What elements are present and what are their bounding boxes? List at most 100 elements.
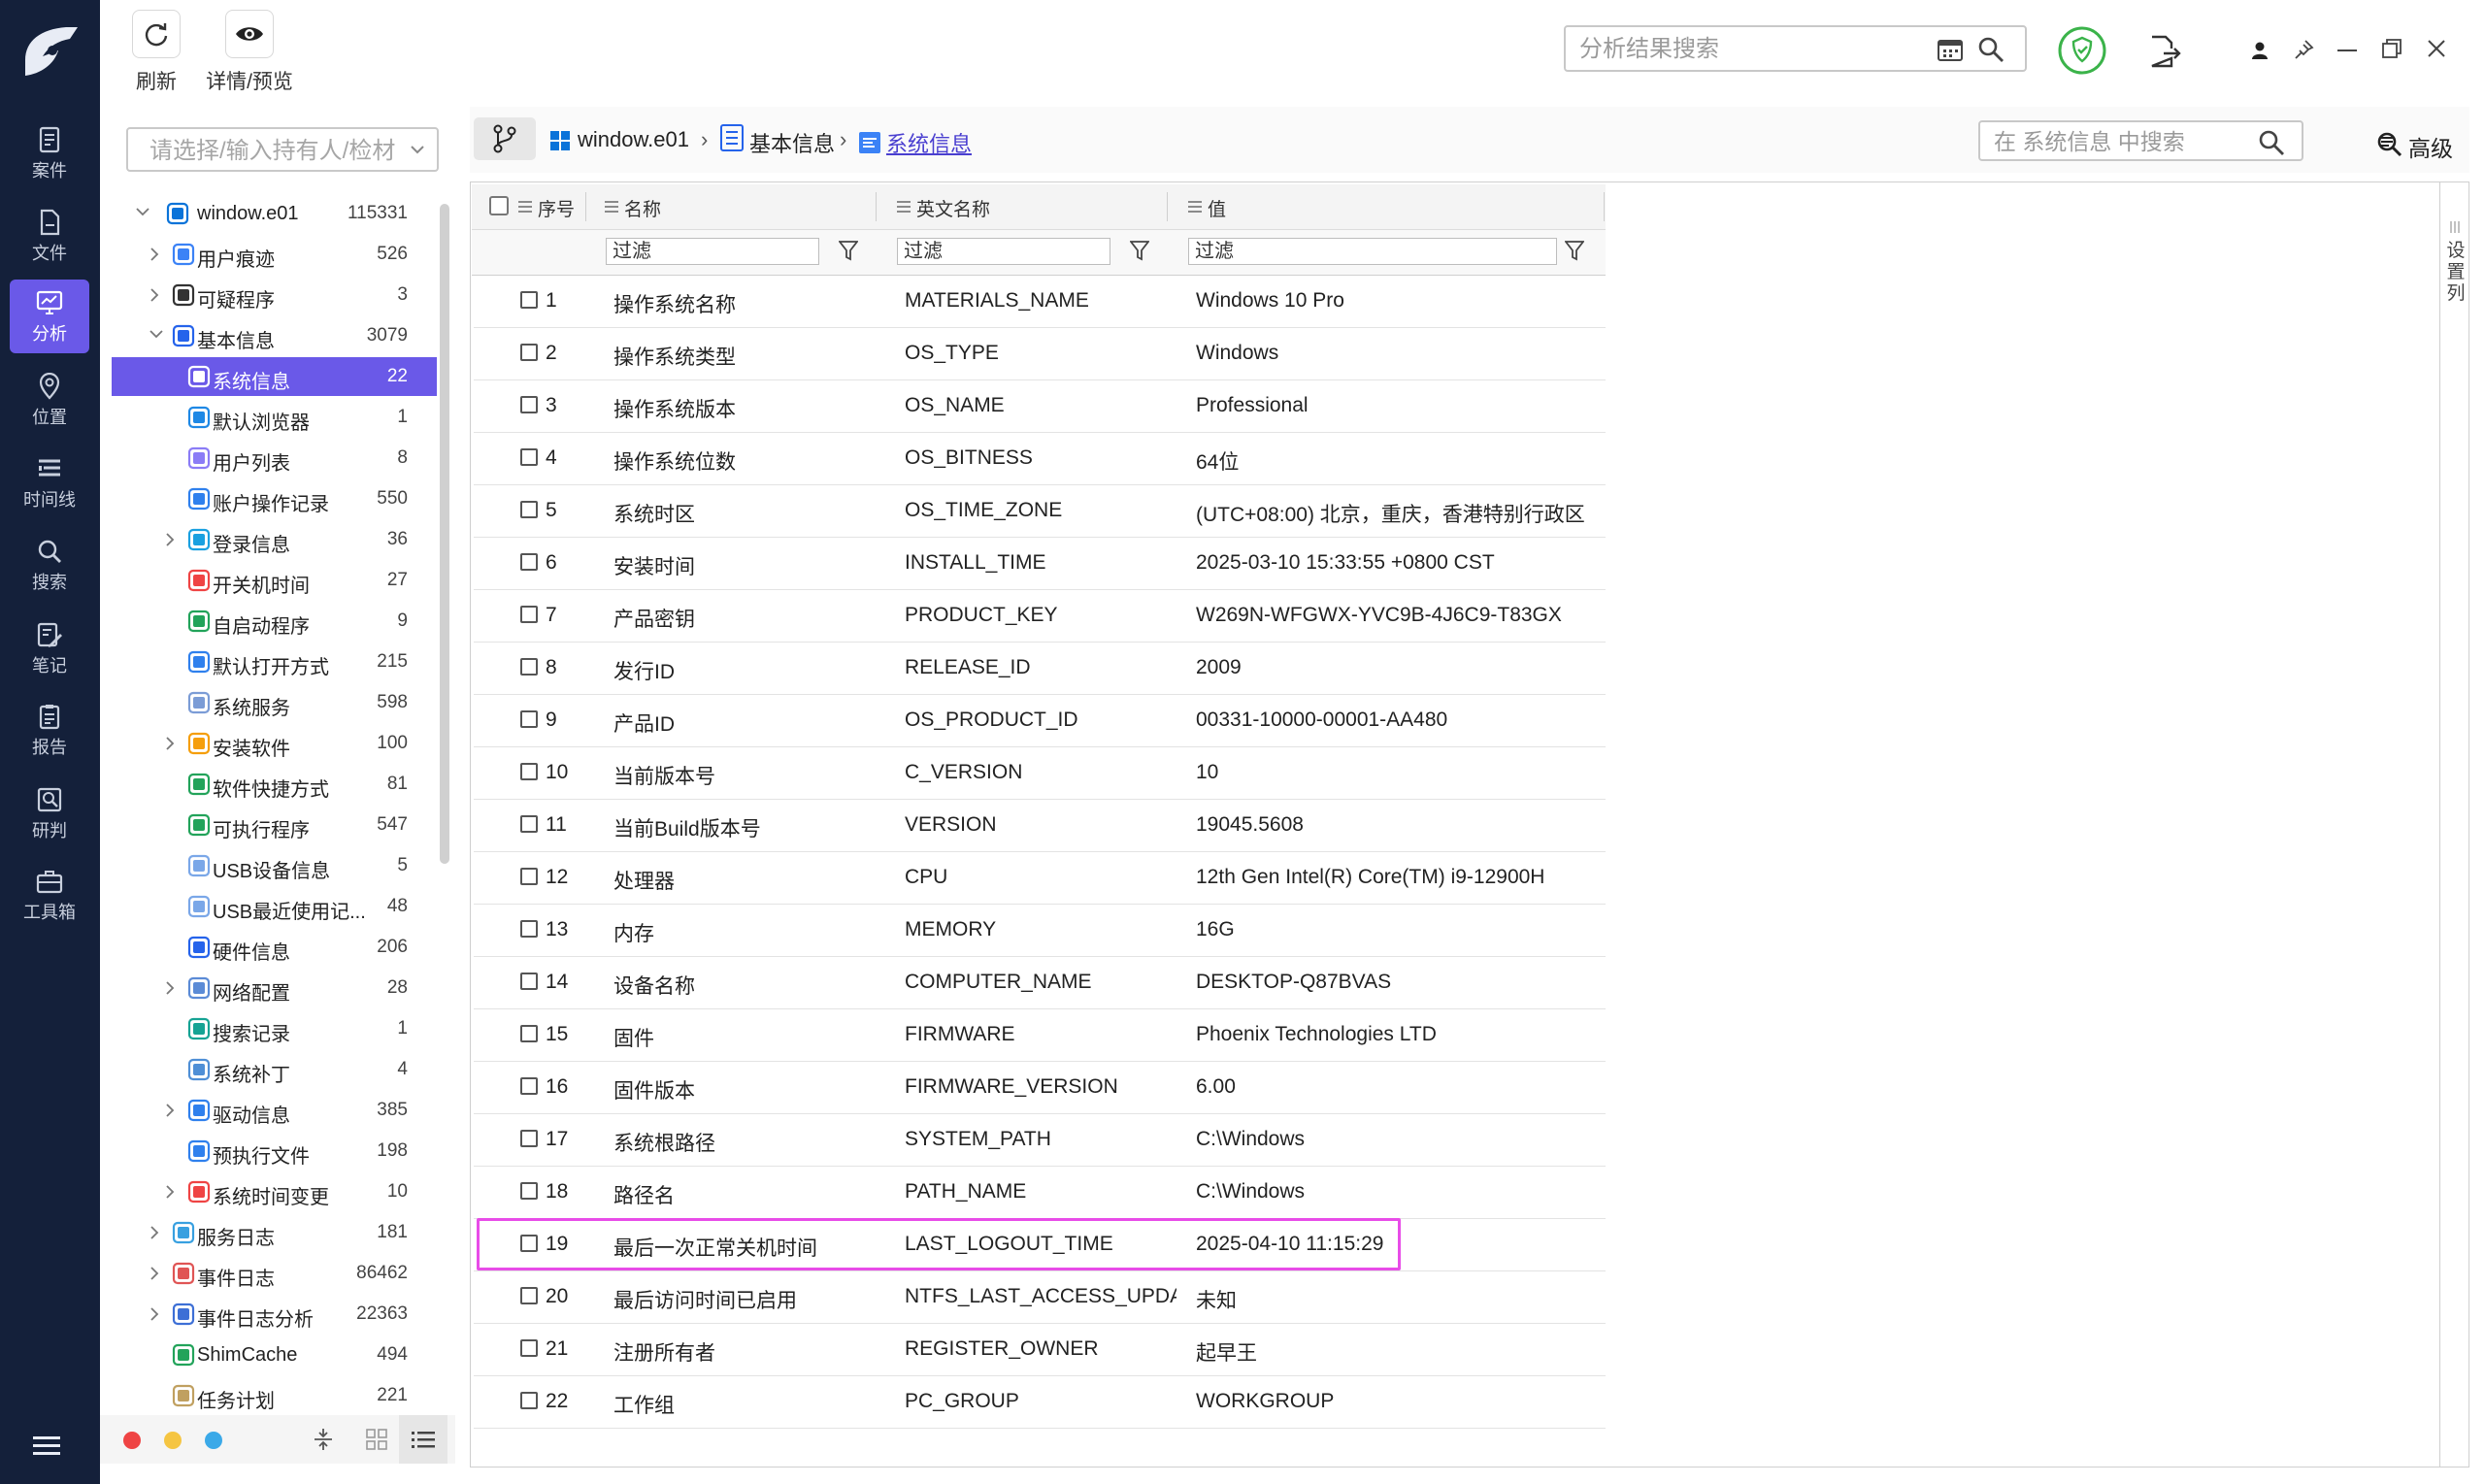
tree-node-system-info[interactable]: 系统信息 22 [112,357,437,396]
row-checkbox[interactable] [520,1130,538,1147]
blue-dot-icon[interactable] [205,1432,222,1449]
select-all-checkbox[interactable] [489,196,509,215]
table-row[interactable]: 13 内存 MEMORY 16G [474,904,1606,957]
chevron-right-icon[interactable] [164,1184,176,1200]
nav-item-report[interactable]: 报告 [10,693,89,767]
column-header-index[interactable]: 序号 [538,195,575,221]
column-header-english-name[interactable]: 英文名称 [916,195,990,221]
tree-node-basic-info[interactable]: 基本信息 3079 [112,316,437,355]
tree-node-footprint[interactable]: 用户痕迹 526 [112,235,437,274]
filter-english-name-input[interactable]: 过滤 [897,238,1110,265]
yellow-dot-icon[interactable] [164,1432,182,1449]
table-row[interactable]: 9 产品ID OS_PRODUCT_ID 00331-10000-00001-AA48… [474,694,1606,747]
calendar-icon[interactable] [1937,37,1964,62]
breadcrumb-item-evidence[interactable]: window.e01 [578,127,689,152]
search-icon[interactable] [2258,129,2285,156]
nav-item-toolbox[interactable]: 工具箱 [10,858,89,932]
tree-node-shortcut[interactable]: 软件快捷方式 81 [112,765,437,804]
tree-node-suspicious[interactable]: 可疑程序 3 [112,276,437,314]
chevron-right-icon[interactable] [164,980,176,996]
row-checkbox[interactable] [520,868,538,885]
refresh-button[interactable]: 刷新 [113,10,200,95]
tree-node-prefetch[interactable]: 预执行文件 198 [112,1132,437,1171]
search-icon[interactable] [1977,36,2005,63]
row-checkbox[interactable] [520,291,538,309]
row-checkbox[interactable] [520,1182,538,1200]
holder-filter-input[interactable] [148,136,404,167]
nav-item-location[interactable]: 位置 [10,363,89,437]
holder-filter[interactable] [126,127,439,172]
tree-node-software[interactable]: 安装软件 100 [112,724,437,763]
filter-icon[interactable] [1565,240,1584,261]
tree-node-user-list[interactable]: 用户列表 8 [112,439,437,478]
table-row[interactable]: 11 当前Build版本号 VERSION 19045.5608 [474,799,1606,852]
pin-icon[interactable] [2293,39,2314,60]
chevron-right-icon[interactable] [149,1266,160,1281]
column-divider[interactable] [585,192,586,221]
table-row[interactable]: 6 安装时间 INSTALL_TIME 2025-03-10 15:33:55 +08… [474,537,1606,590]
filter-icon[interactable] [839,240,858,261]
minimize-icon[interactable] [2337,49,2357,52]
table-row[interactable]: 12 处理器 CPU 12th Gen Intel(R) Core(TM) i9-12… [474,851,1606,905]
column-menu-icon[interactable] [605,201,618,213]
column-menu-icon[interactable] [1188,201,1202,213]
table-row[interactable]: 8 发行ID RELEASE_ID 2009 [474,642,1606,695]
tree-node-driver[interactable]: 驱动信息 385 [112,1091,437,1130]
list-view-button[interactable] [399,1415,447,1464]
restore-icon[interactable] [2382,39,2402,58]
column-divider[interactable] [1167,192,1168,221]
filter-value-input[interactable]: 过滤 [1188,238,1557,265]
tree-node-network[interactable]: 网络配置 28 [112,969,437,1007]
breadcrumb-item-system-info[interactable]: 系统信息 [886,127,972,158]
row-checkbox[interactable] [520,606,538,623]
chevron-right-icon[interactable] [149,1306,160,1322]
table-row[interactable]: 3 操作系统版本 OS_NAME Professional [474,379,1606,433]
row-checkbox[interactable] [520,920,538,938]
tree-node-service[interactable]: 系统服务 598 [112,683,437,722]
column-menu-icon[interactable] [897,201,911,213]
chevron-right-icon[interactable] [149,1225,160,1240]
nav-item-timeline[interactable]: 时间线 [10,445,89,519]
row-checkbox[interactable] [520,1339,538,1357]
user-icon[interactable] [2250,41,2270,60]
nav-item-judge[interactable]: 研判 [10,776,89,850]
chevron-right-icon[interactable] [149,247,160,262]
table-row[interactable]: 19 最后一次正常关机时间 LAST_LOGOUT_TIME 2025-04-10 1… [474,1218,1606,1271]
column-settings-button[interactable]: 设置列 [2446,241,2466,305]
red-dot-icon[interactable] [123,1432,141,1449]
table-row[interactable]: 18 路径名 PATH_NAME C:\Windows [474,1166,1606,1219]
tree-node-hardware[interactable]: 硬件信息 206 [112,928,437,967]
column-menu-icon[interactable] [518,201,532,213]
close-icon[interactable] [2427,39,2446,58]
tree-node-time-change[interactable]: 系统时间变更 10 [112,1172,437,1211]
collapse-all-icon[interactable] [313,1427,334,1452]
tree-node-shimcache[interactable]: ShimCache 494 [112,1336,437,1374]
branch-button[interactable] [474,117,536,160]
row-checkbox[interactable] [520,1392,538,1409]
shield-check-icon[interactable] [2057,25,2107,76]
tree-node-login[interactable]: 登录信息 36 [112,520,437,559]
tree-node-task[interactable]: 任务计划 221 [112,1376,437,1415]
chevron-right-icon[interactable] [164,736,176,751]
table-row[interactable]: 4 操作系统位数 OS_BITNESS 64位 [474,432,1606,485]
nav-item-search[interactable]: 搜索 [10,528,89,602]
table-row[interactable]: 1 操作系统名称 MATERIALS_NAME Windows 10 Pro [474,275,1606,328]
export-icon[interactable] [2148,35,2183,68]
row-checkbox[interactable] [520,763,538,780]
table-row[interactable]: 16 固件版本 FIRMWARE_VERSION 6.00 [474,1061,1606,1114]
table-row[interactable]: 21 注册所有者 REGISTER_OWNER 起早王 [474,1323,1606,1376]
row-checkbox[interactable] [520,501,538,518]
row-checkbox[interactable] [520,1025,538,1042]
filter-name-input[interactable]: 过滤 [606,238,819,265]
table-row[interactable]: 17 系统根路径 SYSTEM_PATH C:\Windows [474,1113,1606,1167]
row-checkbox[interactable] [520,344,538,361]
chevron-right-icon[interactable] [164,532,176,547]
column-header-value[interactable]: 值 [1208,195,1226,221]
chevron-right-icon[interactable] [164,1103,176,1118]
chevron-down-icon[interactable] [149,328,164,340]
table-search-input[interactable] [1992,127,2258,156]
column-divider[interactable] [876,192,877,221]
row-checkbox[interactable] [520,815,538,833]
row-checkbox[interactable] [520,658,538,676]
nav-item-note[interactable]: 笔记 [10,611,89,685]
